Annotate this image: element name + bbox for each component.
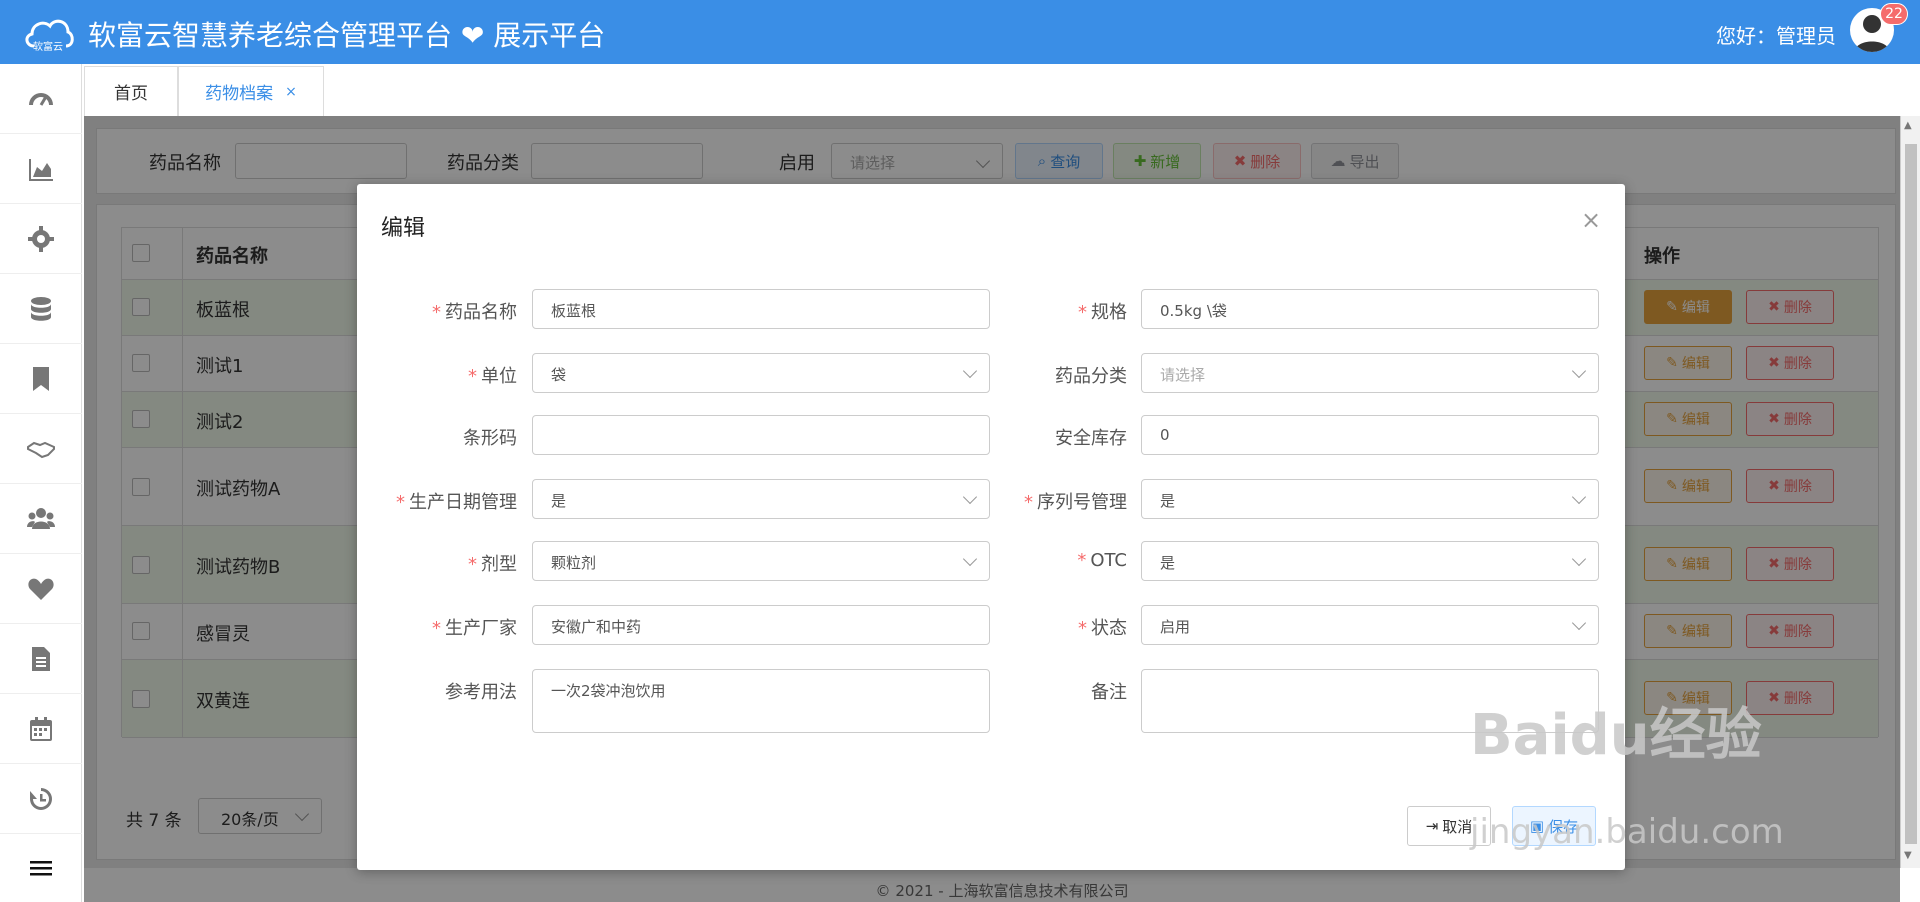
chevron-down-icon xyxy=(1571,551,1587,567)
dosage-form-select[interactable]: 颗粒剂 xyxy=(532,541,990,581)
user-greeting[interactable]: 您好：管理员 xyxy=(1716,20,1836,49)
usage-label: 参考用法 xyxy=(445,682,517,703)
serial-mgmt-label: * 序列号管理 xyxy=(1024,492,1127,513)
sidebar-item-partner[interactable] xyxy=(0,414,82,484)
manufacturer-input[interactable]: 安徽广和中药 xyxy=(532,605,990,645)
database-icon xyxy=(31,296,51,321)
scroll-down-icon[interactable]: ▼ xyxy=(1904,850,1912,861)
app-title: 软富云智慧养老综合管理平台 ❤ 展示平台 xyxy=(88,19,606,52)
sidebar-item-history[interactable] xyxy=(0,764,82,834)
unit-label: * 单位 xyxy=(468,366,517,387)
cancel-label: 取消 xyxy=(1442,817,1473,836)
sidebar-item-document[interactable] xyxy=(0,624,82,694)
notification-badge[interactable]: 22 xyxy=(1880,3,1908,25)
calendar-icon xyxy=(30,716,52,741)
safety-stock-label: 安全库存 xyxy=(1055,428,1127,449)
document-icon xyxy=(32,646,50,671)
tab-home-label: 首页 xyxy=(114,84,148,104)
usage-textarea[interactable]: 一次2袋冲泡饮用 xyxy=(532,669,990,733)
tab-drug-archive-label: 药物档案 xyxy=(205,84,274,104)
scroll-thumb[interactable] xyxy=(1905,144,1917,844)
baidu-watermark: Baidu经验 xyxy=(1470,703,1762,768)
dosage-form-label: * 剂型 xyxy=(468,554,517,575)
sidebar-item-chart[interactable] xyxy=(0,134,82,204)
heart-icon xyxy=(28,578,54,600)
serial-mgmt-select[interactable]: 是 xyxy=(1141,479,1599,519)
sidebar xyxy=(0,64,82,902)
drug-name-input[interactable]: 板蓝根 xyxy=(532,289,990,329)
sidebar-item-calendar[interactable] xyxy=(0,694,82,764)
manufacturer-label: * 生产厂家 xyxy=(432,618,517,639)
sidebar-item-care[interactable] xyxy=(0,554,82,624)
tab-close-icon[interactable]: × xyxy=(285,84,297,100)
category-select[interactable]: 请选择 xyxy=(1141,353,1599,393)
chart-icon xyxy=(29,158,53,181)
tab-drug-archive[interactable]: 药物档案 × xyxy=(178,66,324,116)
dialog-title: 编辑 xyxy=(381,216,426,241)
sidebar-item-database[interactable] xyxy=(0,274,82,344)
tab-bar: 首页 药物档案 × xyxy=(84,64,1920,116)
chevron-down-icon xyxy=(962,489,978,505)
tab-home[interactable]: 首页 xyxy=(84,66,178,116)
otc-select[interactable]: 是 xyxy=(1141,541,1599,581)
handshake-icon xyxy=(27,441,55,458)
history-icon xyxy=(30,787,52,810)
dashboard-icon xyxy=(29,92,53,106)
sidebar-item-settings[interactable] xyxy=(0,204,82,274)
barcode-label: 条形码 xyxy=(463,428,517,449)
category-label: 药品分类 xyxy=(1055,366,1127,387)
chevron-down-icon xyxy=(1571,615,1587,631)
dialog-close-icon[interactable]: × xyxy=(1581,206,1601,234)
status-label: * 状态 xyxy=(1078,618,1127,639)
page-scrollbar[interactable]: ▲ ▼ xyxy=(1900,116,1920,868)
spec-input[interactable]: 0.5kg \袋 xyxy=(1141,289,1599,329)
sidebar-item-bookmark[interactable] xyxy=(0,344,82,414)
unit-select[interactable]: 袋 xyxy=(532,353,990,393)
dosage-form-value: 颗粒剂 xyxy=(551,554,597,572)
sidebar-item-users[interactable] xyxy=(0,484,82,554)
drug-name-label: * 药品名称 xyxy=(432,302,517,323)
scroll-up-icon[interactable]: ▲ xyxy=(1904,120,1912,131)
status-select[interactable]: 启用 xyxy=(1141,605,1599,645)
edit-dialog: 编辑 × * 药品名称 板蓝根 * 规格 0.5kg \袋 * 单位 袋 药品分类 请… xyxy=(357,184,1625,870)
chevron-down-icon xyxy=(962,363,978,379)
bookmark-icon xyxy=(33,366,49,391)
sign-out-icon: ⇥ xyxy=(1425,817,1439,835)
unit-value: 袋 xyxy=(551,366,567,384)
app-header: 软富云 软富云智慧养老综合管理平台 ❤ 展示平台 您好：管理员 22 xyxy=(0,0,1920,64)
prod-date-mgmt-select[interactable]: 是 xyxy=(532,479,990,519)
category-placeholder: 请选择 xyxy=(1160,366,1206,384)
otc-label: * OTC xyxy=(1077,550,1127,571)
safety-stock-input[interactable]: 0 xyxy=(1141,415,1599,455)
gear-icon xyxy=(28,225,54,252)
prod-date-mgmt-label: * 生产日期管理 xyxy=(396,492,517,513)
remark-label: 备注 xyxy=(1091,682,1127,703)
serial-mgmt-value: 是 xyxy=(1160,492,1176,510)
otc-value: 是 xyxy=(1160,554,1176,572)
sidebar-item-dashboard[interactable] xyxy=(0,64,82,134)
prod-date-mgmt-value: 是 xyxy=(551,492,567,510)
baidu-watermark-url: jingyan.baidu.com xyxy=(1470,812,1784,852)
barcode-input[interactable] xyxy=(532,415,990,455)
users-icon xyxy=(27,507,55,529)
chevron-down-icon xyxy=(1571,363,1587,379)
status-value: 启用 xyxy=(1160,618,1191,636)
logo-text: 软富云 xyxy=(33,42,63,53)
menu-toggle-icon xyxy=(30,861,52,876)
chevron-down-icon xyxy=(1571,489,1587,505)
spec-label: * 规格 xyxy=(1078,302,1127,323)
chevron-down-icon xyxy=(962,551,978,567)
